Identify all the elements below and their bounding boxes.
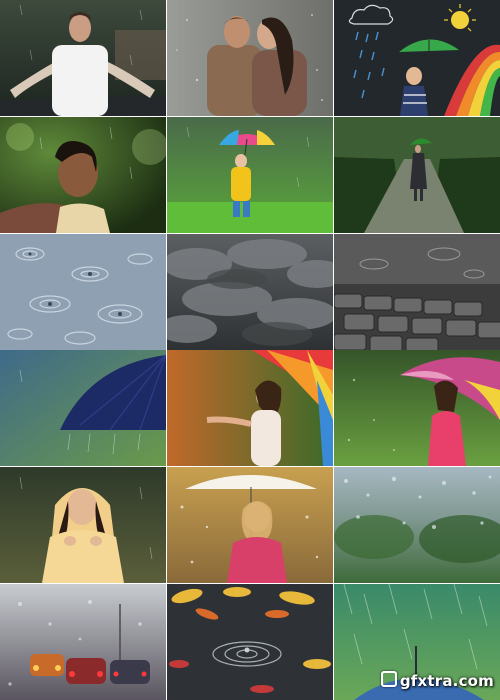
photo-boy-with-umbrella-drawing xyxy=(334,0,500,116)
photo-child-yellow-raincoat xyxy=(167,116,333,233)
photo-raindrop-ripples xyxy=(0,233,166,350)
photo-wet-cobblestones xyxy=(334,233,500,350)
photo-girl-in-rain xyxy=(0,116,166,233)
photo-woman-rainbow-umbrella xyxy=(167,350,333,467)
photo-woman-on-rainy-road xyxy=(334,116,500,233)
photo-storm-clouds xyxy=(167,233,333,350)
photo-man-in-rain xyxy=(0,0,166,116)
photo-water-drop-ripple xyxy=(167,583,333,700)
photo-blue-umbrella xyxy=(0,350,166,467)
photo-couple-in-rain xyxy=(167,0,333,116)
photo-collage: gfxtra.com xyxy=(0,0,500,700)
photo-girl-hooded-raincoat xyxy=(0,467,166,584)
photo-rain-on-window xyxy=(334,467,500,584)
photo-traffic-through-wet-glass xyxy=(0,583,166,700)
photo-woman-pink-dress-umbrella xyxy=(334,350,500,467)
watermark-text: gfxtra.com xyxy=(399,672,494,690)
gfxtra-logo-icon xyxy=(380,671,397,687)
photo-woman-white-umbrella xyxy=(167,467,333,584)
watermark: gfxtra.com xyxy=(380,671,494,690)
